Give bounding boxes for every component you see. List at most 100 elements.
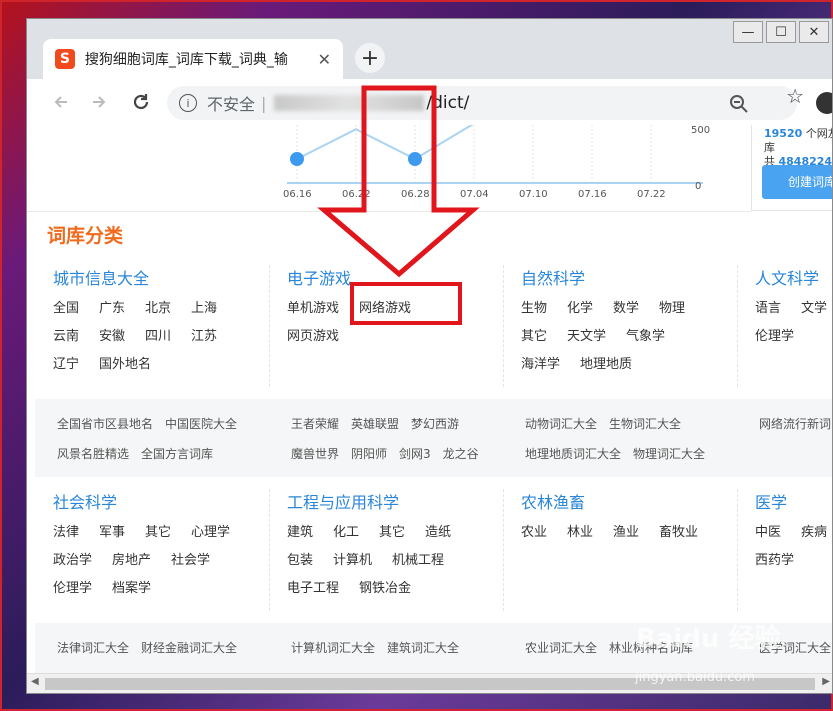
category-link[interactable]: 军事 [99, 525, 125, 553]
bookmark-star-icon[interactable]: ☆ [786, 84, 804, 108]
popular-dict-link[interactable]: 中国医院大全 [165, 415, 237, 443]
popular-dict-link[interactable]: 剑网3 [399, 445, 431, 473]
address-bar[interactable]: i 不安全 | /dict/ [167, 86, 797, 120]
category-link[interactable]: 网络游戏 [359, 301, 411, 329]
popular-dict-link[interactable]: 地理地质词汇大全 [525, 445, 621, 473]
popular-dict-link[interactable]: 全国省市区县地名 [57, 415, 153, 443]
category-link[interactable]: 海洋学 [521, 357, 560, 385]
popular-dict-link[interactable]: 法律词汇大全 [57, 639, 129, 667]
category-link[interactable]: 上海 [191, 301, 217, 329]
chart-point[interactable] [408, 152, 422, 166]
category-link[interactable]: 地理地质 [580, 357, 632, 385]
popular-dict-link[interactable]: 梦幻西游 [411, 415, 459, 443]
category-link[interactable]: 西药学 [755, 553, 794, 581]
minimize-button[interactable]: — [733, 21, 763, 43]
popular-dict-link[interactable]: 风景名胜精选 [57, 445, 129, 473]
category-link[interactable]: 辽宁 [53, 357, 79, 385]
popular-dict-link[interactable]: 动物词汇大全 [525, 415, 597, 443]
category-link[interactable]: 天文学 [567, 329, 606, 357]
category-link[interactable]: 文学 [801, 301, 827, 329]
popular-dict-link[interactable]: 网络流行新词 [759, 415, 831, 443]
category-link[interactable]: 江苏 [191, 329, 217, 357]
zoom-icon[interactable] [729, 94, 749, 114]
category-title[interactable]: 社会科学 [53, 489, 269, 513]
popular-dict-link[interactable]: 全国方言词库 [141, 445, 213, 473]
category-title[interactable]: 人文科学 [755, 265, 832, 289]
category-link[interactable]: 中医 [755, 525, 781, 553]
category-link[interactable]: 其它 [521, 329, 547, 357]
popular-dict-link[interactable]: 财经金融词汇大全 [141, 639, 237, 667]
maximize-button[interactable]: ☐ [766, 21, 796, 43]
category-link[interactable]: 档案学 [112, 581, 151, 609]
category-link[interactable]: 物理 [659, 301, 685, 329]
category-link[interactable]: 房地产 [112, 553, 151, 581]
popular-dict-link[interactable]: 阴阳师 [351, 445, 387, 473]
category-link[interactable]: 数学 [613, 301, 639, 329]
category-link[interactable]: 电子工程 [287, 581, 339, 609]
category-link[interactable]: 包装 [287, 553, 313, 581]
chart-point[interactable] [290, 152, 304, 166]
category-link[interactable]: 气象学 [626, 329, 665, 357]
scroll-right-icon[interactable]: ▶ [822, 676, 830, 687]
category-title[interactable]: 电子游戏 [287, 265, 503, 289]
category-link[interactable]: 四川 [145, 329, 171, 357]
category-link[interactable]: 安徽 [99, 329, 125, 357]
tab-close-icon[interactable]: ✕ [318, 50, 331, 69]
category-link[interactable]: 畜牧业 [659, 525, 698, 553]
category-title[interactable]: 自然科学 [521, 265, 737, 289]
forward-button[interactable] [87, 90, 111, 114]
category-link[interactable]: 网页游戏 [287, 329, 339, 357]
category-title[interactable]: 医学 [755, 489, 832, 513]
popular-dict-link[interactable]: 王者荣耀 [291, 415, 339, 443]
category-title[interactable]: 工程与应用科学 [287, 489, 503, 513]
category-link[interactable]: 建筑 [287, 525, 313, 553]
popular-dict-link[interactable]: 龙之谷 [443, 445, 479, 473]
category-link[interactable]: 农业 [521, 525, 547, 553]
new-tab-button[interactable]: + [355, 43, 385, 73]
category-link[interactable]: 造纸 [425, 525, 451, 553]
category-link[interactable]: 化工 [333, 525, 359, 553]
category-link[interactable]: 伦理学 [53, 581, 92, 609]
scroll-left-icon[interactable]: ◀ [31, 676, 39, 687]
category-link[interactable]: 机械工程 [392, 553, 444, 581]
category-link[interactable]: 广东 [99, 301, 125, 329]
category-link[interactable]: 生物 [521, 301, 547, 329]
category-link[interactable]: 伦理学 [755, 329, 794, 357]
category-link[interactable]: 渔业 [613, 525, 639, 553]
popular-dict-link[interactable]: 建筑词汇大全 [387, 639, 459, 667]
category-link[interactable]: 北京 [145, 301, 171, 329]
category-link[interactable]: 国外地名 [99, 357, 151, 385]
popular-dict-link[interactable]: 魔兽世界 [291, 445, 339, 473]
category-title[interactable]: 农林渔畜 [521, 489, 737, 513]
category-link[interactable]: 政治学 [53, 553, 92, 581]
category-link[interactable]: 社会学 [171, 553, 210, 581]
category-link[interactable]: 其它 [379, 525, 405, 553]
reload-button[interactable] [129, 90, 153, 114]
profile-avatar[interactable] [816, 92, 832, 114]
category-link[interactable]: 林业 [567, 525, 593, 553]
category-link[interactable]: 计算机 [333, 553, 372, 581]
category-link[interactable]: 语言 [755, 301, 781, 329]
category-row1-0: 城市信息大全全国 广东 北京 上海云南 安徽 四川 江苏辽宁 国外地名 [35, 265, 269, 385]
category-title[interactable]: 城市信息大全 [53, 265, 269, 289]
category-link[interactable]: 其它 [145, 525, 171, 553]
category-link[interactable]: 单机游戏 [287, 301, 339, 329]
info-icon[interactable]: i [179, 94, 197, 112]
category-link[interactable]: 云南 [53, 329, 79, 357]
popular-dict-link[interactable]: 农业词汇大全 [525, 639, 597, 667]
category-link[interactable]: 法律 [53, 525, 79, 553]
category-link[interactable]: 疾病 [801, 525, 827, 553]
back-button[interactable] [49, 90, 73, 114]
category-link[interactable]: 钢铁冶金 [359, 581, 411, 609]
popular-dict-link[interactable]: 计算机词汇大全 [291, 639, 375, 667]
browser-tab[interactable]: S 搜狗细胞词库_词库下载_词典_输 ✕ [43, 39, 343, 79]
popular-dict-link[interactable]: 物理词汇大全 [633, 445, 705, 473]
category-link[interactable]: 化学 [567, 301, 593, 329]
category-link[interactable]: 全国 [53, 301, 79, 329]
stats-box: 19520 个网友 库 共 4848224 创建词库 [751, 125, 832, 211]
category-link[interactable]: 心理学 [191, 525, 230, 553]
create-dict-button[interactable]: 创建词库 [762, 165, 832, 199]
popular-dict-link[interactable]: 英雄联盟 [351, 415, 399, 443]
close-window-button[interactable]: ✕ [799, 21, 829, 43]
popular-dict-link[interactable]: 生物词汇大全 [609, 415, 681, 443]
